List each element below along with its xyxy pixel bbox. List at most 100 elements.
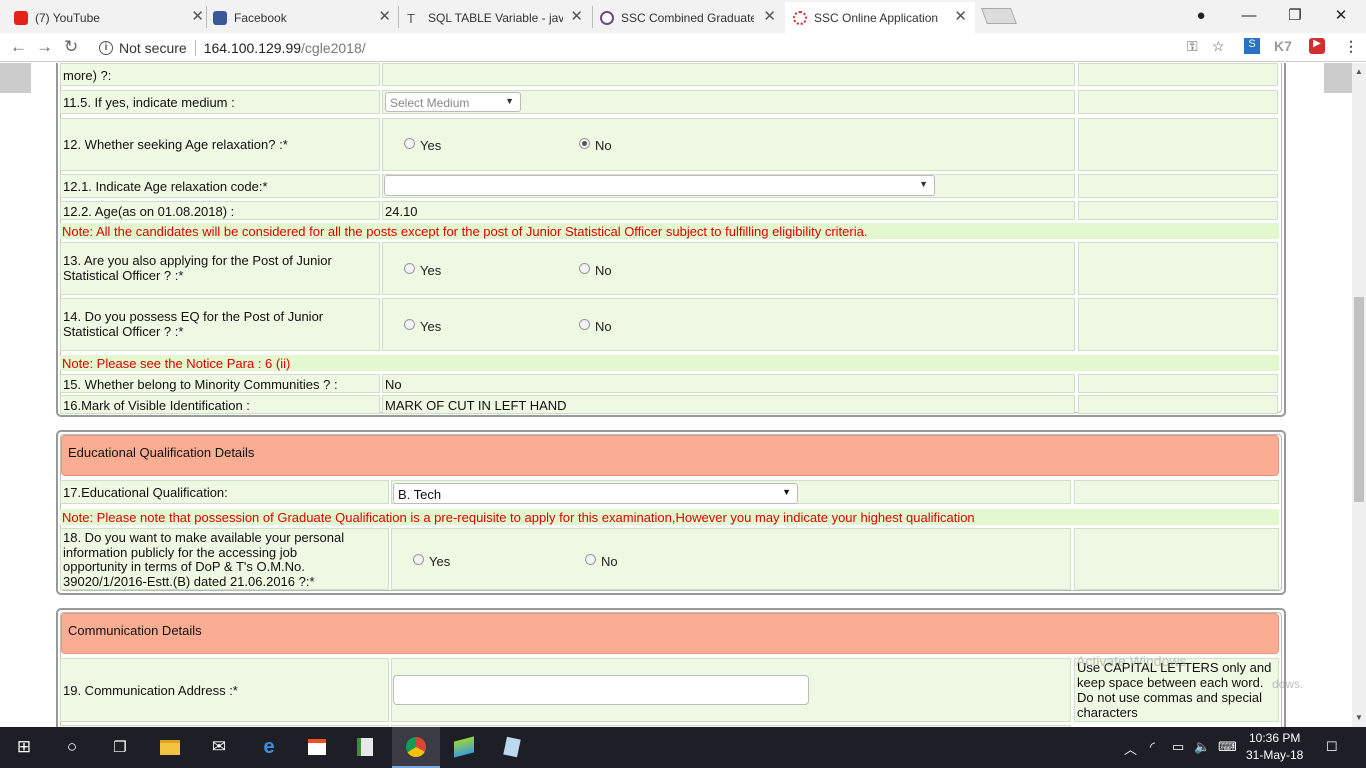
radio-selected-icon xyxy=(579,138,590,149)
age-relaxation-no-radio[interactable]: No xyxy=(579,138,612,153)
radio-icon xyxy=(413,554,424,565)
jso-apply-no-radio[interactable]: No xyxy=(579,263,612,278)
educational-section-header: Educational Qualification Details xyxy=(61,435,1279,476)
close-tab-icon[interactable]: ✕ xyxy=(954,9,967,24)
educational-qualification-select[interactable]: B. Tech ▼ xyxy=(393,483,798,504)
vertical-scrollbar[interactable]: ▲ ▼ xyxy=(1352,63,1366,727)
sql-tab-icon: T xyxy=(407,10,415,26)
show-hidden-icons[interactable]: ︿ xyxy=(1124,739,1137,758)
loading-icon xyxy=(793,10,807,25)
security-status: Not secure xyxy=(119,39,187,56)
close-tab-icon[interactable]: ✕ xyxy=(763,9,776,24)
new-tab-button[interactable] xyxy=(981,8,1017,24)
taskbar-clock[interactable]: 10:36 PM 31-May-18 xyxy=(1246,730,1303,764)
info-icon[interactable]: i xyxy=(99,40,113,55)
extension-red-icon[interactable]: ▶ xyxy=(1309,38,1325,54)
row-14-label: 14. Do you possess EQ for the Post of Ju… xyxy=(60,298,380,351)
battery-icon[interactable]: ▭ xyxy=(1172,739,1184,755)
page-content: more) ?: 11.5. If yes, indicate medium :… xyxy=(0,63,1352,727)
url-path: /cgle2018/ xyxy=(301,39,366,56)
row-18-label: 18. Do you want to make available your p… xyxy=(60,528,389,590)
eq-jso-no-radio[interactable]: No xyxy=(579,319,612,334)
facebook-icon xyxy=(213,10,227,25)
volume-icon[interactable]: 🔈 xyxy=(1194,739,1210,755)
row-11-5-label: 11.5. If yes, indicate medium : xyxy=(60,90,380,114)
row-15-label: 15. Whether belong to Minority Communiti… xyxy=(60,374,380,393)
activate-windows-watermark: Activate Windows xyxy=(1076,653,1187,669)
scroll-up-icon[interactable]: ▲ xyxy=(1355,67,1363,76)
share-info-no-radio[interactable]: No xyxy=(585,554,618,569)
communication-section-header: Communication Details xyxy=(61,613,1279,654)
ssc-tab-icon xyxy=(600,10,614,25)
age-value: 24.10 xyxy=(382,201,1075,220)
eq-jso-yes-radio[interactable]: Yes xyxy=(404,319,441,334)
menu-icon[interactable]: ⋮ xyxy=(1344,38,1358,55)
row-12-label: 12. Whether seeking Age relaxation? :* xyxy=(60,118,380,171)
windows-start-icon[interactable]: ⊞ xyxy=(12,736,36,758)
close-tab-icon[interactable]: ✕ xyxy=(191,9,204,24)
scroll-down-icon[interactable]: ▼ xyxy=(1355,713,1363,722)
mail-icon[interactable]: ✉ xyxy=(207,736,231,758)
minimize-button[interactable]: — xyxy=(1226,0,1272,30)
close-tab-icon[interactable]: ✕ xyxy=(570,9,583,24)
bookmark-star-icon[interactable]: ☆ xyxy=(1212,38,1225,55)
cortana-search-icon[interactable]: ○ xyxy=(60,736,84,758)
communication-address-input[interactable] xyxy=(393,675,809,705)
age-relaxation-yes-radio[interactable]: Yes xyxy=(404,138,441,153)
tab-title: SSC Combined Graduate xyxy=(621,10,754,25)
tab-ssc-online-application[interactable]: SSC Online Application ✕ xyxy=(785,2,975,33)
radio-icon xyxy=(579,263,590,274)
spreadsheet-app-icon[interactable] xyxy=(353,736,377,758)
tab-ssc-combined-graduate[interactable]: SSC Combined Graduate ✕ xyxy=(600,2,776,33)
share-info-yes-radio[interactable]: Yes xyxy=(413,554,450,569)
radio-icon xyxy=(404,138,415,149)
tab-title: SSC Online Application xyxy=(814,10,939,25)
minority-value: No xyxy=(382,374,1075,393)
row-17-label: 17.Educational Qualification: xyxy=(60,480,389,504)
note-jso-eligibility: Note: All the candidates will be conside… xyxy=(60,223,1279,239)
radio-icon xyxy=(579,319,590,330)
address-bar[interactable]: i Not secure 164.100.129.99 /cgle2018/ xyxy=(92,36,1236,59)
profile-icon[interactable]: ● xyxy=(1178,0,1224,30)
edge-icon[interactable]: e xyxy=(257,736,281,758)
browser-toolbar: ← → ↻ i Not secure 164.100.129.99 /cgle2… xyxy=(0,33,1366,62)
tab-sql-table-variable[interactable]: T SQL TABLE Variable - java ✕ xyxy=(407,2,583,33)
forward-arrow-icon[interactable]: → xyxy=(36,37,53,57)
chevron-down-icon: ▼ xyxy=(505,96,514,106)
scrollbar-thumb[interactable] xyxy=(1354,297,1364,502)
back-arrow-icon[interactable]: ← xyxy=(10,37,27,57)
windows-taskbar: ⊞ ○ ❐ ✉ e ︿ ◜ ▭ 🔈 ⌨ 10:36 PM 31-May-18 ☐ xyxy=(0,727,1366,768)
radio-icon xyxy=(585,554,596,565)
identification-value: MARK OF CUT IN LEFT HAND xyxy=(382,395,1075,414)
close-window-button[interactable]: ✕ xyxy=(1318,0,1364,30)
restore-button[interactable]: ❐ xyxy=(1272,0,1318,30)
store-icon[interactable] xyxy=(305,736,329,758)
medium-select[interactable]: Select Medium ▼ xyxy=(385,92,521,112)
extension-k-icon[interactable]: K7 xyxy=(1274,38,1292,54)
bluestacks-icon[interactable] xyxy=(452,736,476,758)
close-tab-icon[interactable]: ✕ xyxy=(378,9,391,24)
age-relaxation-code-select[interactable]: ▼ xyxy=(384,175,935,196)
tab-title: SQL TABLE Variable - java xyxy=(428,10,563,25)
extension-s-icon[interactable]: S xyxy=(1244,38,1260,54)
tab-facebook[interactable]: Facebook ✕ xyxy=(213,2,391,33)
task-view-icon[interactable]: ❐ xyxy=(108,736,132,758)
radio-icon xyxy=(404,319,415,330)
note-graduate-qualification: Note: Please note that possession of Gra… xyxy=(60,509,1279,525)
key-icon[interactable]: ⚿ xyxy=(1187,38,1198,55)
radio-icon xyxy=(404,263,415,274)
notifications-icon[interactable]: ☐ xyxy=(1326,739,1338,755)
url-host: 164.100.129.99 xyxy=(203,39,302,56)
note-notice-para: Note: Please see the Notice Para : 6 (ii… xyxy=(60,355,1279,371)
chrome-icon[interactable] xyxy=(404,736,428,758)
row-16-label: 16.Mark of Visible Identification : xyxy=(60,395,380,414)
keyboard-icon[interactable]: ⌨ xyxy=(1218,739,1237,755)
tab-youtube[interactable]: (7) YouTube ✕ xyxy=(14,2,204,33)
row-13-label: 13. Are you also applying for the Post o… xyxy=(60,242,380,295)
network-icon[interactable]: ◜ xyxy=(1150,739,1155,755)
jso-apply-yes-radio[interactable]: Yes xyxy=(404,263,441,278)
reload-icon[interactable]: ↻ xyxy=(64,37,78,57)
notes-app-icon[interactable] xyxy=(500,736,524,758)
row-19-label: 19. Communication Address :* xyxy=(60,658,389,722)
file-explorer-icon[interactable] xyxy=(158,736,182,758)
